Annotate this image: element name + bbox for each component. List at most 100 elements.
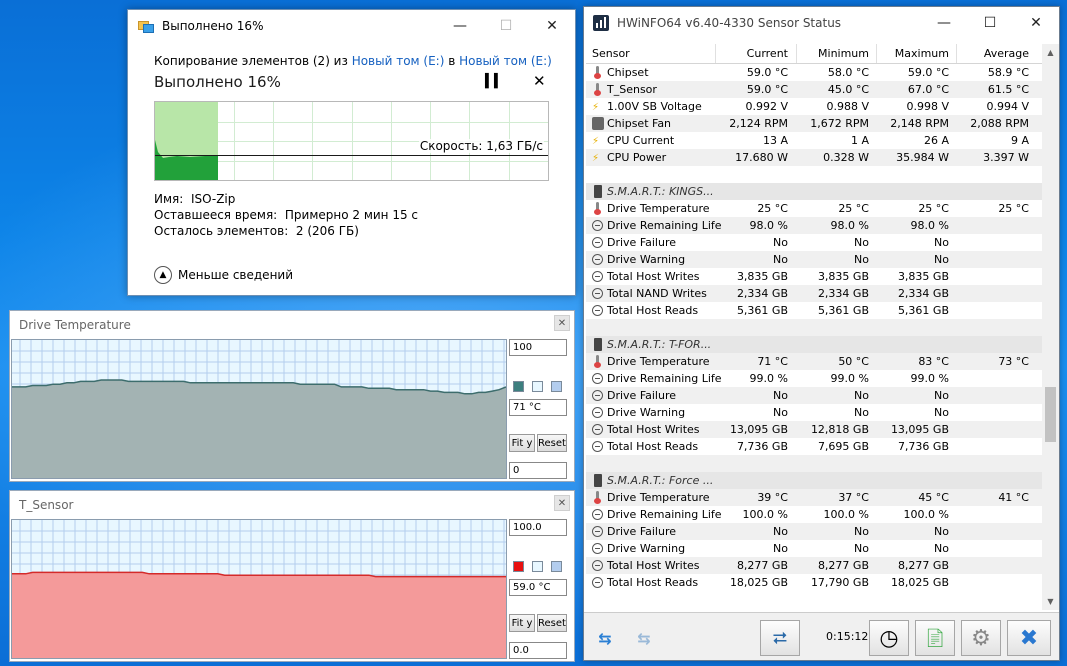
background-color-swatch[interactable] <box>532 561 543 572</box>
sensor-max-value: 98.0 % <box>910 219 949 232</box>
pause-button[interactable]: ▍▍ <box>485 74 504 89</box>
thermometer-icon <box>592 355 604 368</box>
less-details-label: Меньше сведений <box>178 268 294 282</box>
column-header-minimum[interactable]: Minimum <box>818 47 869 60</box>
maximize-button[interactable]: ☐ <box>483 10 529 42</box>
sensor-cur-value: 8,277 GB <box>736 559 788 572</box>
sensor-min-value: 100.0 % <box>823 508 869 521</box>
sensor-row[interactable]: Drive Warning No No No <box>586 251 1042 268</box>
destination-link[interactable]: Новый том (E:) <box>459 54 552 68</box>
cancel-copy-button[interactable]: ✕ <box>533 72 546 90</box>
sensor-row[interactable]: Drive Failure No No No <box>586 234 1042 251</box>
fit-y-button[interactable]: Fit y <box>509 614 535 632</box>
sensor-row[interactable]: Drive Warning No No No <box>586 540 1042 557</box>
sensor-min-value: No <box>854 236 869 249</box>
vertical-scrollbar[interactable]: ▲ ▼ <box>1042 44 1059 610</box>
clock-button[interactable]: ◷ <box>869 620 909 656</box>
add-report-button[interactable]: 📄︎ <box>915 620 955 656</box>
background-color-swatch[interactable] <box>532 381 543 392</box>
nav-arrows-disabled-button[interactable]: ⇆ <box>626 620 662 656</box>
scroll-up-icon[interactable]: ▲ <box>1042 44 1059 61</box>
maximize-button[interactable]: ☐ <box>967 7 1013 39</box>
sensor-row[interactable]: Drive Remaining Life 99.0 % 99.0 % 99.0 % <box>586 370 1042 387</box>
clock-gauge-icon <box>592 424 603 435</box>
column-header-sensor[interactable]: Sensor <box>592 47 630 60</box>
scroll-down-icon[interactable]: ▼ <box>1042 593 1059 610</box>
drive-temperature-plot <box>12 340 506 478</box>
sensor-row[interactable]: Drive Warning No No No <box>586 404 1042 421</box>
graph-close-button[interactable]: ✕ <box>554 495 570 511</box>
reset-button[interactable]: Reset <box>537 614 567 632</box>
column-header-average[interactable]: Average <box>984 47 1029 60</box>
sensor-row[interactable]: Total Host Writes 13,095 GB 12,818 GB 13,09… <box>586 421 1042 438</box>
series-color-swatch[interactable] <box>513 561 524 572</box>
sensor-max-value: 13,095 GB <box>890 423 949 436</box>
sensor-cur-value: 3,835 GB <box>736 270 788 283</box>
spacer-row[interactable] <box>586 319 1042 336</box>
grid-color-swatch[interactable] <box>551 561 562 572</box>
sensor-max-value: 99.0 % <box>910 372 949 385</box>
minimize-button[interactable]: — <box>437 10 483 42</box>
sensor-row[interactable]: Chipset Fan 2,124 RPM 1,672 RPM 2,148 RPM 2,… <box>586 115 1042 132</box>
network-icon: ⮂ <box>772 627 788 649</box>
source-link[interactable]: Новый том (E:) <box>352 54 445 68</box>
sensor-row[interactable]: Drive Failure No No No <box>586 387 1042 404</box>
nav-arrows-button[interactable]: ⇆ <box>587 620 623 656</box>
sensor-cur-value: 2,124 RPM <box>729 117 788 130</box>
minimize-button[interactable]: — <box>921 7 967 39</box>
sensor-group-header[interactable]: S.M.A.R.T.: KINGS... <box>586 183 1042 200</box>
sensor-row[interactable]: Drive Temperature 39 °C 37 °C 45 °C 41 °C <box>586 489 1042 506</box>
sensor-row[interactable]: Total Host Reads 18,025 GB 17,790 GB 18,025… <box>586 574 1042 591</box>
sensor-avg-value: 9 A <box>1010 134 1029 147</box>
sensor-max-value: 26 A <box>923 134 949 147</box>
sensor-row[interactable]: 1.00V SB Voltage 0.992 V 0.988 V 0.998 V 0.9… <box>586 98 1042 115</box>
grid-color-swatch[interactable] <box>551 381 562 392</box>
graph-close-button[interactable]: ✕ <box>554 315 570 331</box>
scrollbar-thumb[interactable] <box>1045 387 1056 442</box>
sensor-name: Drive Warning <box>607 406 686 419</box>
sensor-max-value: 7,736 GB <box>897 440 949 453</box>
clock-gauge-icon <box>592 509 603 520</box>
sensor-min-value: 12,818 GB <box>810 423 869 436</box>
sensor-row[interactable]: CPU Current 13 A 1 A 26 A 9 A <box>586 132 1042 149</box>
sensor-min-value: 50 °C <box>838 355 869 368</box>
close-sensor-button[interactable]: ✖ <box>1007 620 1051 656</box>
sensor-row[interactable]: Total NAND Writes 2,334 GB 2,334 GB 2,334 G… <box>586 285 1042 302</box>
graph-min-value: 0.0 <box>509 642 567 659</box>
sensor-row[interactable]: Drive Temperature 25 °C 25 °C 25 °C 25 °C <box>586 200 1042 217</box>
sensor-name: Chipset <box>607 66 649 79</box>
sensor-row[interactable]: T_Sensor 59.0 °C 45.0 °C 67.0 °C 61.5 °C <box>586 81 1042 98</box>
series-color-swatch[interactable] <box>513 381 524 392</box>
close-button[interactable]: ✕ <box>529 10 575 42</box>
sensor-row[interactable]: Drive Failure No No No <box>586 523 1042 540</box>
sensor-row[interactable]: Drive Remaining Life 98.0 % 98.0 % 98.0 % <box>586 217 1042 234</box>
hwinfo-titlebar[interactable]: HWiNFO64 v6.40-4330 Sensor Status — ☐ ✕ <box>584 7 1059 39</box>
hwinfo-title: HWiNFO64 v6.40-4330 Sensor Status <box>617 16 842 30</box>
fan-icon <box>592 117 604 130</box>
column-header-current[interactable]: Current <box>747 47 788 60</box>
sensor-group-header[interactable]: S.M.A.R.T.: Force ... <box>586 472 1042 489</box>
copy-dialog-titlebar[interactable]: Выполнено 16% — ☐ ✕ <box>128 10 575 42</box>
sensor-min-value: 0.988 V <box>826 100 869 113</box>
sensor-row[interactable]: Chipset 59.0 °C 58.0 °C 59.0 °C 58.9 °C <box>586 64 1042 81</box>
column-header-maximum[interactable]: Maximum <box>895 47 949 60</box>
sensor-row[interactable]: Drive Temperature 71 °C 50 °C 83 °C 73 °C <box>586 353 1042 370</box>
close-button[interactable]: ✕ <box>1013 7 1059 39</box>
sensor-min-value: 2,334 GB <box>817 287 869 300</box>
spacer-row[interactable] <box>586 455 1042 472</box>
sensor-row[interactable]: Total Host Reads 5,361 GB 5,361 GB 5,361 GB <box>586 302 1042 319</box>
settings-button[interactable]: ⚙ <box>961 620 1001 656</box>
network-button[interactable]: ⮂ <box>760 620 800 656</box>
sensor-row[interactable]: Total Host Writes 8,277 GB 8,277 GB 8,277 G… <box>586 557 1042 574</box>
sensor-row[interactable]: Drive Remaining Life 100.0 % 100.0 % 100.0 … <box>586 506 1042 523</box>
sensor-group-header[interactable]: S.M.A.R.T.: T-FOR... <box>586 336 1042 353</box>
sensor-max-value: 35.984 W <box>896 151 949 164</box>
less-details-button[interactable]: ▲ Меньше сведений <box>154 266 293 284</box>
sensor-row[interactable]: Total Host Reads 7,736 GB 7,695 GB 7,736 GB <box>586 438 1042 455</box>
reset-button[interactable]: Reset <box>537 434 567 452</box>
sensor-row[interactable]: Total Host Writes 3,835 GB 3,835 GB 3,835 G… <box>586 268 1042 285</box>
sensor-row[interactable]: CPU Power 17.680 W 0.328 W 35.984 W 3.397 W <box>586 149 1042 166</box>
fit-y-button[interactable]: Fit y <box>509 434 535 452</box>
spacer-row[interactable] <box>586 166 1042 183</box>
sensor-cur-value: 99.0 % <box>749 372 788 385</box>
